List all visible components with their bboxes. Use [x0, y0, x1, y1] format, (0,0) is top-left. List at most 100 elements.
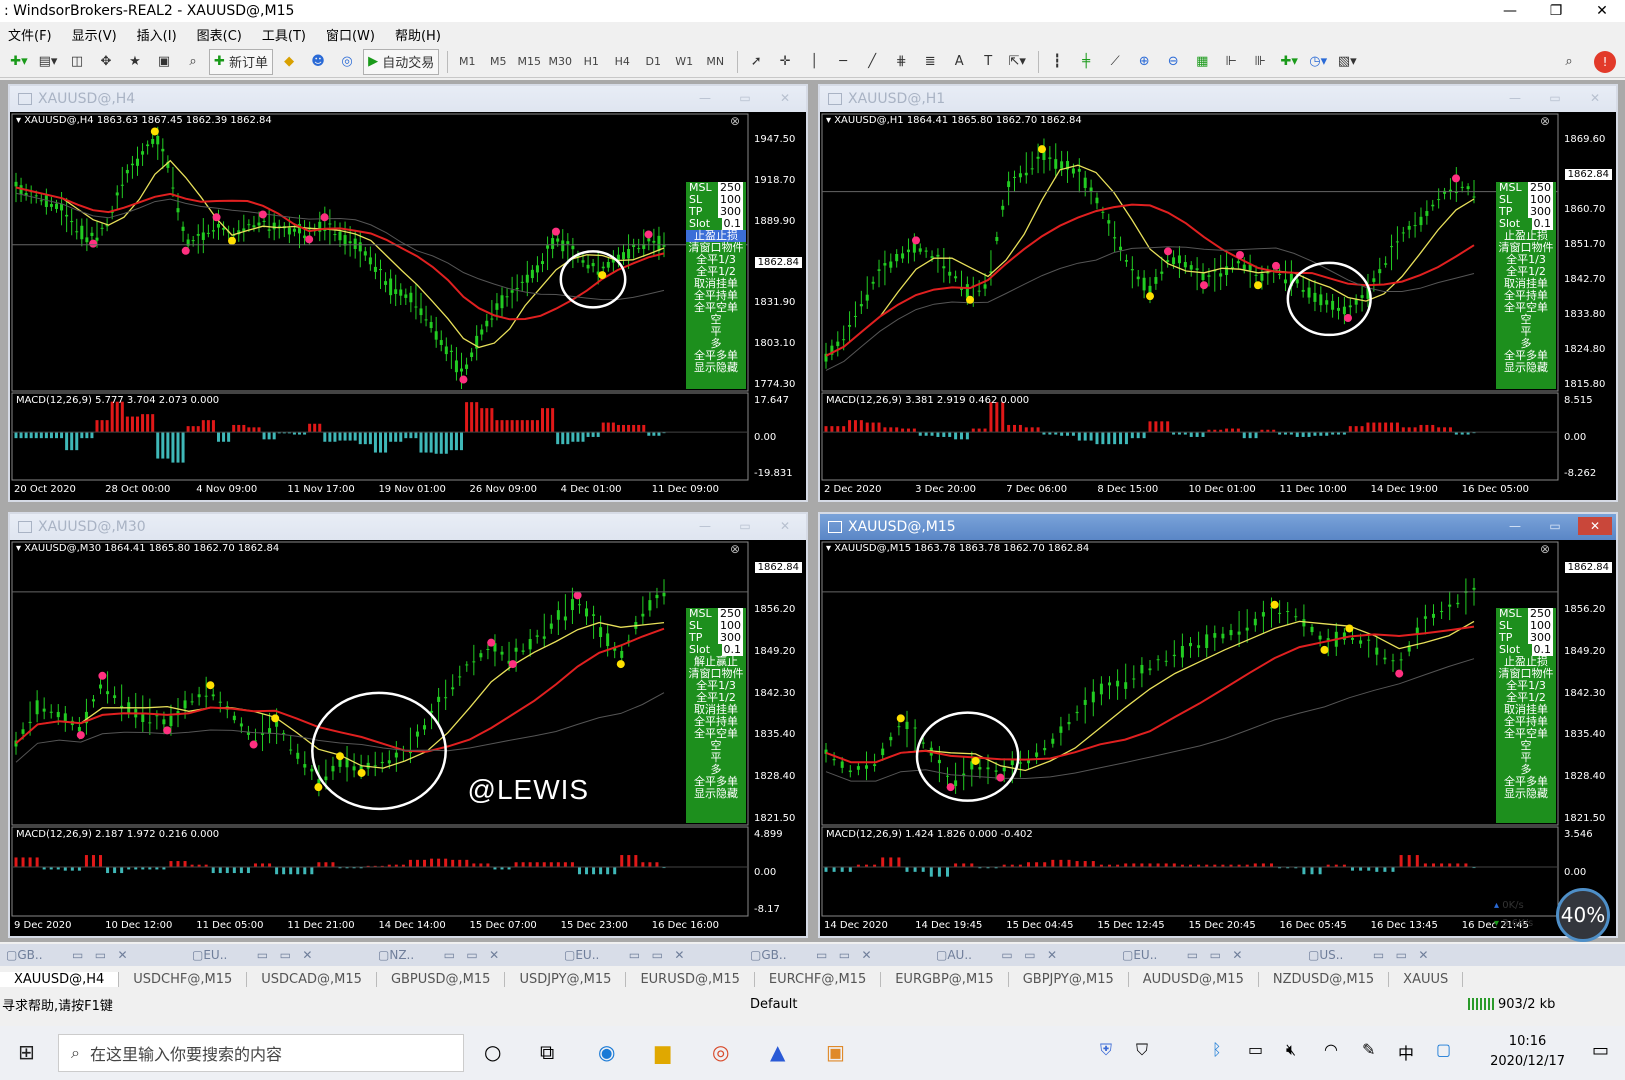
- chart-tab[interactable]: XAUUS: [1389, 971, 1464, 987]
- minimize-button[interactable]: —: [1487, 0, 1533, 22]
- timeframe-w1[interactable]: W1: [670, 49, 698, 75]
- chart-tab[interactable]: EURCHF@,M15: [755, 971, 882, 987]
- menu-window[interactable]: 窗口(W): [326, 25, 375, 44]
- crosshair-icon[interactable]: ✥: [93, 49, 119, 75]
- windows-start-icon[interactable]: ⊞: [18, 1040, 35, 1064]
- indicators-icon[interactable]: ✚▾: [1276, 49, 1302, 75]
- taskbar-search-box[interactable]: ⌕ 在这里输入你要搜索的内容: [58, 1034, 464, 1072]
- chart-minimize-button[interactable]: —: [688, 89, 722, 107]
- minimized-window[interactable]: ▢ EU.. ▭ ▭ ✕: [186, 948, 372, 962]
- chart-minimize-button[interactable]: —: [688, 517, 722, 535]
- volume-muted-icon[interactable]: 🔇︎: [1286, 1040, 1296, 1060]
- chart-window-titlebar[interactable]: XAUUSD@,H1 — ▭ ✕: [820, 86, 1616, 112]
- chart-maximize-button[interactable]: ▭: [1538, 517, 1572, 535]
- panel-item[interactable]: 显示隐藏: [1496, 788, 1556, 800]
- app-tray-icon[interactable]: ▢: [1436, 1040, 1451, 1059]
- globe-icon[interactable]: ◎: [334, 49, 360, 75]
- menu-file[interactable]: 文件(F): [8, 25, 52, 44]
- text-icon[interactable]: A: [946, 49, 972, 75]
- chart-tab[interactable]: USDCHF@,M15: [119, 971, 248, 987]
- chart-maximize-button[interactable]: ▭: [728, 89, 762, 107]
- edge-browser-icon[interactable]: ◉: [598, 1040, 615, 1064]
- panel-item[interactable]: 显示隐藏: [686, 362, 746, 374]
- bluetooth-icon[interactable]: ᛒ: [1212, 1040, 1222, 1059]
- zoom-in-icon[interactable]: ⊕: [1131, 49, 1157, 75]
- chart-window-titlebar[interactable]: XAUUSD@,M30 — ▭ ✕: [10, 514, 806, 540]
- window-controls-icon[interactable]: ▭ ▭ ✕: [1361, 948, 1429, 962]
- minimized-window[interactable]: ▢ GB.. ▭ ▭ ✕: [744, 948, 930, 962]
- search-icon[interactable]: ⌕: [1556, 49, 1582, 75]
- timeframe-h1[interactable]: H1: [577, 49, 605, 75]
- chart-collapse-icon[interactable]: ▾: [826, 115, 834, 126]
- channel-icon[interactable]: ≣: [917, 49, 943, 75]
- tile-windows-icon[interactable]: ▦: [1189, 49, 1215, 75]
- chart-tab[interactable]: EURGBP@,M15: [881, 971, 1009, 987]
- new-chart-icon[interactable]: ✚▾: [6, 49, 32, 75]
- window-controls-icon[interactable]: ▭ ▭ ✕: [61, 948, 128, 962]
- app-icon[interactable]: ▣: [826, 1040, 845, 1064]
- market-watch-icon[interactable]: ◫: [64, 49, 90, 75]
- tester-icon[interactable]: ⌕: [180, 49, 206, 75]
- menu-charts[interactable]: 图表(C): [197, 25, 242, 44]
- chart-tab[interactable]: USDJPY@,M15: [505, 971, 627, 987]
- meta-editor-icon[interactable]: ◆: [276, 49, 302, 75]
- chart-minimize-button[interactable]: —: [1498, 89, 1532, 107]
- chart-window-h4[interactable]: XAUUSD@,H4 — ▭ ✕ ▾ XAUUSD@,H4 1863.63 1867.4…: [8, 84, 808, 502]
- file-explorer-icon[interactable]: ▆: [655, 1040, 670, 1064]
- restore-button[interactable]: ❐: [1533, 0, 1579, 22]
- chart-tab[interactable]: NZDUSD@,M15: [1259, 971, 1390, 987]
- chart-tab[interactable]: GBPUSD@,M15: [377, 971, 506, 987]
- window-controls-icon[interactable]: ▭ ▭ ✕: [617, 948, 685, 962]
- terminal-icon[interactable]: ▣: [151, 49, 177, 75]
- menu-tools[interactable]: 工具(T): [262, 25, 306, 44]
- timeframe-d1[interactable]: D1: [639, 49, 667, 75]
- security-icon[interactable]: ⛉: [1136, 1040, 1148, 1060]
- metatrader-icon[interactable]: ▲: [770, 1040, 785, 1064]
- signals-icon[interactable]: ☻: [305, 49, 331, 75]
- chart-window-h1[interactable]: XAUUSD@,H1 — ▭ ✕ ▾ XAUUSD@,H1 1864.41 1865.8…: [818, 84, 1618, 502]
- window-controls-icon[interactable]: ▭ ▭ ✕: [990, 948, 1057, 962]
- menu-help[interactable]: 帮助(H): [395, 25, 441, 44]
- ea-close-icon[interactable]: ⊗: [1540, 114, 1550, 128]
- chart-tab[interactable]: XAUUSD@,H4: [0, 971, 120, 987]
- panel-item[interactable]: 显示隐藏: [1496, 362, 1556, 374]
- window-controls-icon[interactable]: ▭ ▭ ✕: [245, 948, 313, 962]
- chart-window-m30[interactable]: XAUUSD@,M30 — ▭ ✕ ▾ XAUUSD@,M30 1864.41 1865…: [8, 512, 808, 938]
- chart-collapse-icon[interactable]: ▾: [16, 543, 24, 554]
- ea-close-icon[interactable]: ⊗: [730, 114, 740, 128]
- navigator-icon[interactable]: ★: [122, 49, 148, 75]
- chart-window-titlebar[interactable]: XAUUSD@,H4 — ▭ ✕: [10, 86, 806, 112]
- window-controls-icon[interactable]: ▭ ▭ ✕: [805, 948, 872, 962]
- chart-close-button[interactable]: ✕: [1578, 89, 1612, 107]
- timeframe-m1[interactable]: M1: [453, 49, 481, 75]
- chart-maximize-button[interactable]: ▭: [1538, 89, 1572, 107]
- notifications-icon[interactable]: ▭: [1592, 1040, 1609, 1061]
- battery-icon[interactable]: ▭: [1248, 1040, 1263, 1059]
- cortana-icon[interactable]: ○: [484, 1040, 501, 1064]
- timeframe-m5[interactable]: M5: [484, 49, 512, 75]
- minimized-window[interactable]: ▢ GB.. ▭ ▭ ✕: [0, 948, 186, 962]
- candlestick-icon[interactable]: ╪: [1073, 49, 1099, 75]
- bar-chart-icon[interactable]: ┇: [1044, 49, 1070, 75]
- trendline-icon[interactable]: ╱: [859, 49, 885, 75]
- timeframe-mn[interactable]: MN: [701, 49, 729, 75]
- input-method-icon[interactable]: 中: [1398, 1040, 1414, 1064]
- fibonacci-icon[interactable]: ⋕: [888, 49, 914, 75]
- window-controls-icon[interactable]: ▭ ▭ ✕: [432, 948, 500, 962]
- autoscroll-icon[interactable]: ⊪: [1247, 49, 1273, 75]
- taskbar-clock[interactable]: 10:16 2020/12/17: [1490, 1032, 1565, 1072]
- auto-trading-button[interactable]: ▶ 自动交易: [363, 48, 440, 75]
- chart-close-button[interactable]: ✕: [768, 517, 802, 535]
- chart-collapse-icon[interactable]: ▾: [16, 115, 24, 126]
- line-chart-icon[interactable]: ⟋: [1102, 49, 1128, 75]
- chart-window-m15[interactable]: XAUUSD@,M15 — ▭ ✕ ▾ XAUUSD@,M15 1863.78 1863…: [818, 512, 1618, 938]
- horizontal-line-icon[interactable]: ─: [830, 49, 856, 75]
- close-button[interactable]: ✕: [1579, 0, 1625, 22]
- minimized-window[interactable]: ▢ US.. ▭ ▭ ✕: [1302, 948, 1488, 962]
- chart-plot-area[interactable]: ▾ XAUUSD@,H1 1864.41 1865.80 1862.70 186…: [820, 112, 1616, 500]
- templates-icon[interactable]: ▧▾: [1334, 49, 1360, 75]
- pen-icon[interactable]: ✎: [1362, 1040, 1375, 1059]
- chart-tab[interactable]: USDCAD@,M15: [247, 971, 377, 987]
- task-view-icon[interactable]: ⧉: [540, 1040, 554, 1064]
- minimized-window[interactable]: ▢ AU.. ▭ ▭ ✕: [930, 948, 1116, 962]
